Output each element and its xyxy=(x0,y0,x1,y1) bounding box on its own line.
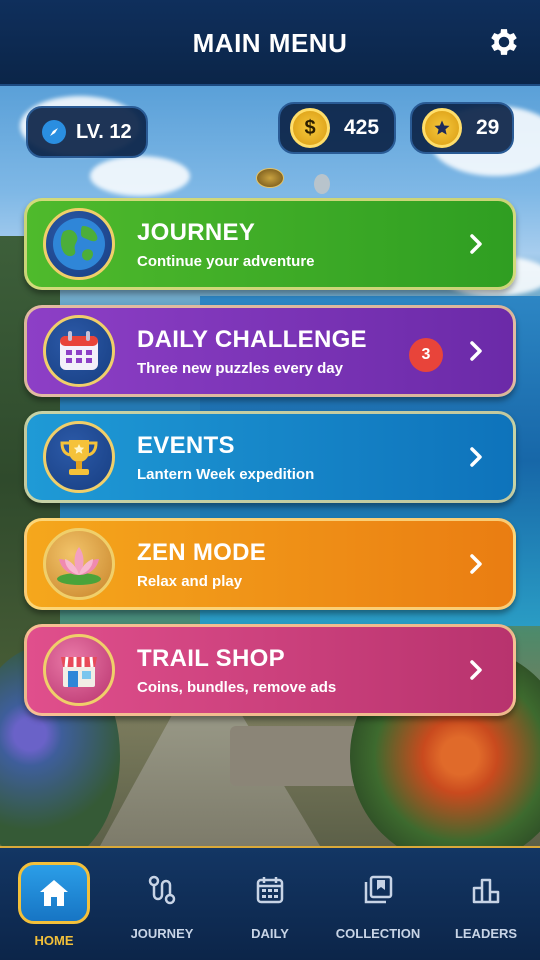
trophy-icon xyxy=(43,421,115,493)
coin-icon: $ xyxy=(290,108,330,148)
calendar-icon xyxy=(256,877,284,904)
shop-icon xyxy=(43,634,115,706)
level-chip[interactable]: LV. 12 xyxy=(26,106,148,158)
nav-collection[interactable]: COLLECTION xyxy=(324,848,432,960)
zen-mode-card[interactable]: ZEN MODE Relax and play xyxy=(24,518,516,610)
chevron-right-icon xyxy=(461,340,491,362)
card-subtitle: Lantern Week expedition xyxy=(137,465,315,483)
level-label: LV. 12 xyxy=(76,120,132,143)
card-subtitle: Relax and play xyxy=(137,572,243,590)
compass-icon xyxy=(42,120,66,144)
card-title: EVENTS xyxy=(137,431,235,459)
chevron-right-icon xyxy=(461,659,491,681)
album-icon xyxy=(364,875,393,904)
card-subtitle: Coins, bundles, remove ads xyxy=(137,678,337,696)
lotus-icon xyxy=(43,528,115,600)
nav-journey[interactable]: JOURNEY xyxy=(108,848,216,960)
nav-label: COLLECTION xyxy=(335,926,421,941)
trail-emblem-decoration xyxy=(256,168,284,188)
events-card[interactable]: EVENTS Lantern Week expedition xyxy=(24,411,516,503)
card-title: TRAIL SHOP xyxy=(137,644,285,672)
coins-counter[interactable]: $ 425 xyxy=(278,102,396,154)
nav-leaders[interactable]: LEADERS xyxy=(432,848,540,960)
nav-label: HOME xyxy=(34,933,74,948)
route-icon xyxy=(148,875,176,905)
chevron-right-icon xyxy=(461,553,491,575)
nav-label: LEADERS xyxy=(454,926,518,941)
coins-value: 425 xyxy=(344,116,380,139)
nav-daily[interactable]: DAILY xyxy=(216,848,324,960)
chevron-right-icon xyxy=(461,233,491,255)
card-title: JOURNEY xyxy=(137,218,256,246)
card-title: ZEN MODE xyxy=(137,538,267,566)
podium-icon xyxy=(472,878,500,904)
stars-counter[interactable]: 29 xyxy=(410,102,514,154)
top-bar: MAIN MENU xyxy=(0,0,540,86)
gear-icon[interactable] xyxy=(486,24,522,60)
star-icon xyxy=(422,108,462,148)
chevron-right-icon xyxy=(461,446,491,468)
trail-shop-card[interactable]: TRAIL SHOP Coins, bundles, remove ads xyxy=(24,624,516,716)
nav-label: JOURNEY xyxy=(130,926,194,941)
balloon-decoration xyxy=(314,174,330,194)
stars-value: 29 xyxy=(476,116,500,139)
nav-label: DAILY xyxy=(251,926,289,941)
notification-badge: 3 xyxy=(409,338,443,372)
globe-icon xyxy=(43,208,115,280)
home-icon xyxy=(18,862,90,924)
nav-home[interactable]: HOME xyxy=(0,848,108,960)
daily-challenge-card[interactable]: DAILY CHALLENGE Three new puzzles every … xyxy=(24,305,516,397)
journey-card[interactable]: JOURNEY Continue your adventure xyxy=(24,198,516,290)
card-subtitle: Continue your adventure xyxy=(137,252,315,270)
bottom-nav: HOME JOURNEY DAILY COLLECTION LEADERS xyxy=(0,846,540,960)
page-title: MAIN MENU xyxy=(192,28,348,58)
calendar-icon xyxy=(43,315,115,387)
